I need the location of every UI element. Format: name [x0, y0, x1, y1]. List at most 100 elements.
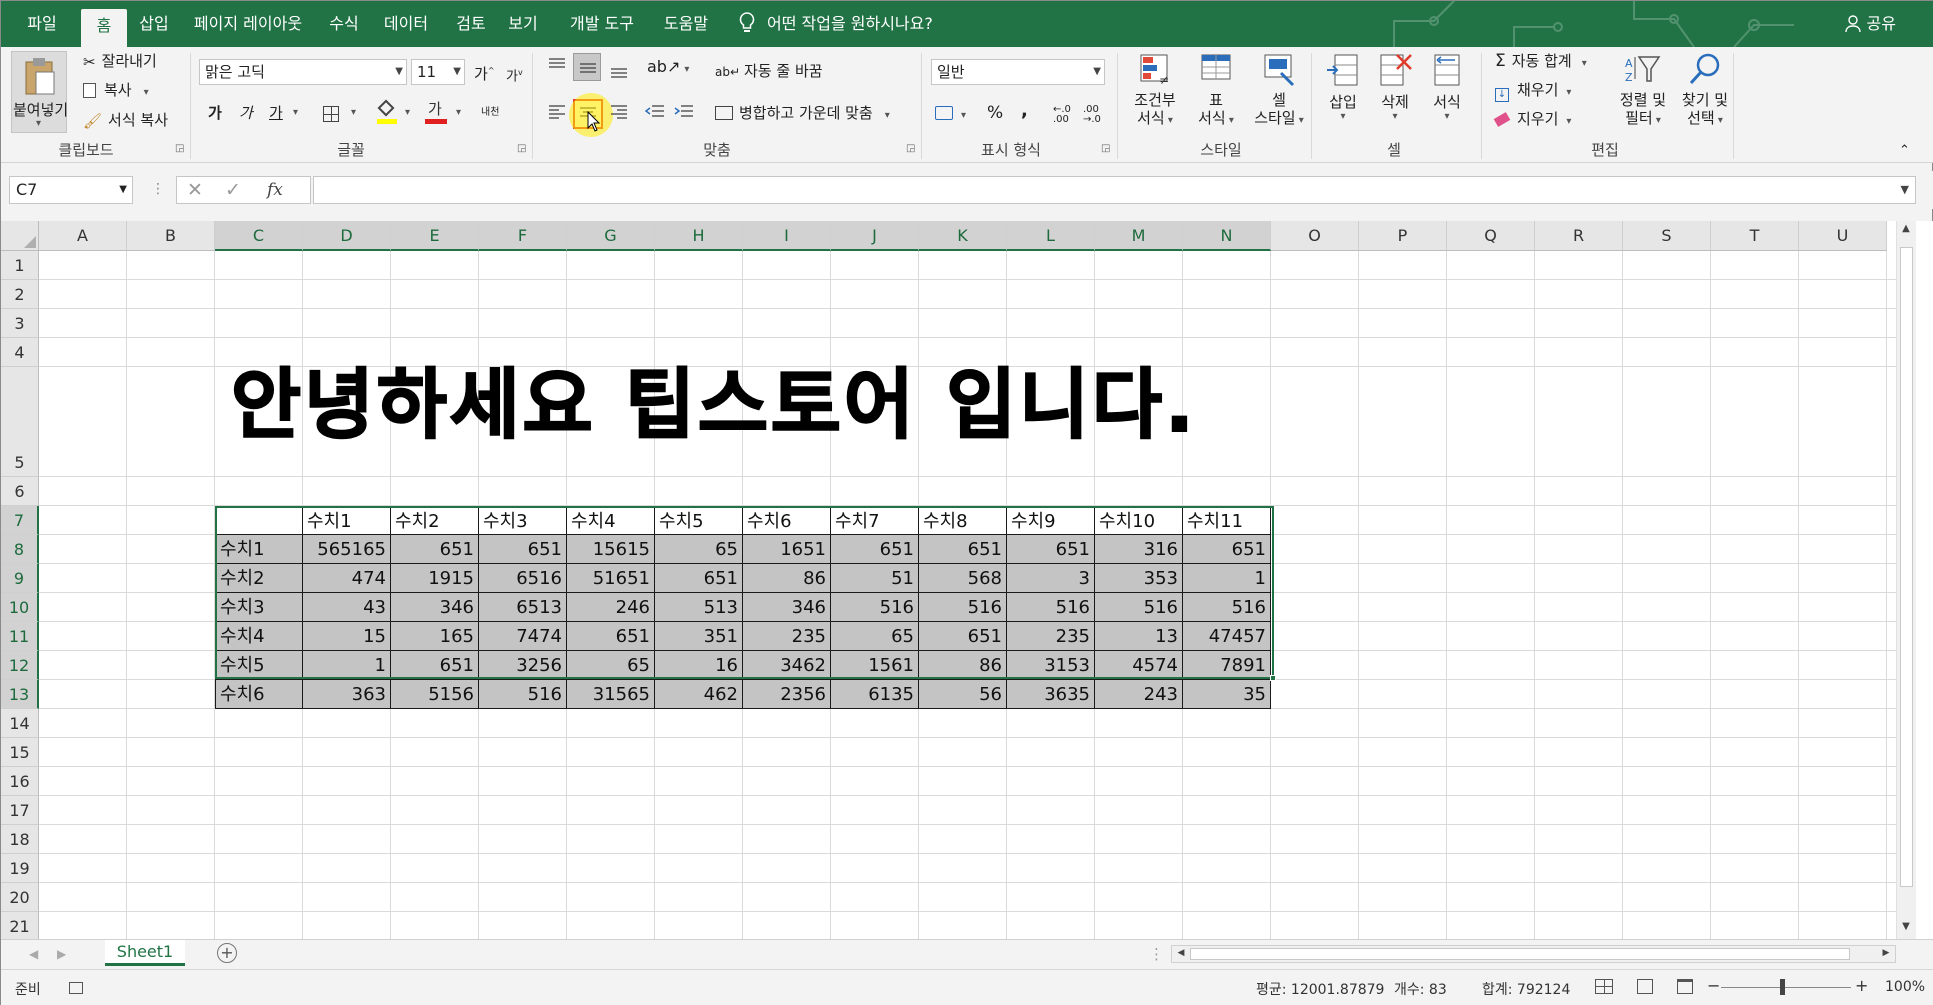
enter-icon[interactable]: ✓ — [225, 179, 241, 201]
table-cell[interactable]: 651 — [567, 622, 655, 651]
table-cell[interactable]: 516 — [1007, 593, 1095, 622]
table-cell[interactable]: 462 — [655, 680, 743, 709]
tab-3[interactable]: 삽입 — [131, 1, 177, 47]
shrink-font-button[interactable]: 가v — [506, 63, 523, 87]
zoom-slider-thumb[interactable] — [1780, 979, 1785, 995]
table-cell[interactable]: 516 — [479, 680, 567, 709]
tab-7[interactable]: 검토 — [449, 1, 493, 47]
table-header-cell[interactable]: 수치1 — [303, 506, 391, 535]
page-layout-view-icon[interactable] — [1637, 979, 1653, 994]
conditional-format-button[interactable]: ≠ 조건부 서식 ▾ — [1125, 51, 1185, 133]
table-header-cell[interactable]: 수치7 — [831, 506, 919, 535]
delete-cells-button[interactable]: 삭제 ▾ — [1371, 51, 1419, 133]
decrease-indent-icon[interactable] — [644, 103, 666, 121]
italic-button[interactable]: 가 — [239, 103, 253, 123]
table-cell[interactable]: 수치3 — [215, 593, 303, 622]
table-cell[interactable]: 56 — [919, 680, 1007, 709]
insert-cells-button[interactable]: 삽입 ▾ — [1319, 51, 1367, 133]
column-header-i[interactable]: I — [743, 221, 831, 251]
fill-color-icon[interactable] — [377, 99, 397, 125]
table-header-cell[interactable]: 수치11 — [1183, 506, 1271, 535]
table-cell[interactable]: 13 — [1095, 622, 1183, 651]
table-cell[interactable]: 15 — [303, 622, 391, 651]
column-header-f[interactable]: F — [479, 221, 567, 251]
insert-function-button[interactable]: fx — [267, 180, 283, 200]
table-cell[interactable]: 651 — [831, 535, 919, 564]
table-cell[interactable]: 651 — [1007, 535, 1095, 564]
scroll-up-icon[interactable]: ▲ — [1897, 223, 1915, 234]
tab-4[interactable]: 페이지 레이아웃 — [187, 1, 309, 47]
table-cell[interactable]: 565165 — [303, 535, 391, 564]
chevron-down-icon[interactable]: ▾ — [293, 107, 298, 118]
zoom-in-icon[interactable]: + — [1855, 976, 1868, 995]
table-header-cell[interactable]: 수치2 — [391, 506, 479, 535]
align-bottom-icon[interactable] — [609, 61, 629, 79]
table-cell[interactable]: 86 — [919, 651, 1007, 680]
table-cell[interactable]: 651 — [391, 651, 479, 680]
row-header-18[interactable]: 18 — [1, 825, 39, 854]
row-header-16[interactable]: 16 — [1, 767, 39, 796]
table-cell[interactable]: 316 — [1095, 535, 1183, 564]
table-header-cell[interactable]: 수치4 — [567, 506, 655, 535]
macro-record-icon[interactable] — [69, 982, 83, 994]
table-header-cell[interactable]: 수치8 — [919, 506, 1007, 535]
table-cell[interactable]: 235 — [1007, 622, 1095, 651]
font-name-combo[interactable]: 맑은 고딕 ▼ — [199, 59, 407, 85]
clear-button[interactable]: 지우기 ▾ — [1493, 109, 1571, 132]
scroll-right-icon[interactable]: ▶ — [1877, 948, 1895, 958]
comma-button[interactable]: , — [1021, 101, 1028, 121]
table-cell[interactable]: 7474 — [479, 622, 567, 651]
table-cell[interactable]: 363 — [303, 680, 391, 709]
merge-center-button[interactable]: 병합하고 가운데 맞춤 ▾ — [715, 103, 890, 126]
accounting-format-button[interactable]: ▾ — [935, 103, 966, 126]
column-header-r[interactable]: R — [1535, 221, 1623, 251]
table-cell[interactable]: 3153 — [1007, 651, 1095, 680]
font-launcher-icon[interactable]: ◲ — [517, 143, 529, 155]
table-cell[interactable]: 1 — [303, 651, 391, 680]
table-cell[interactable]: 243 — [1095, 680, 1183, 709]
row-header-21[interactable]: 21 — [1, 912, 39, 939]
tab-8[interactable]: 보기 — [501, 1, 545, 47]
splitter-icon[interactable]: ⋮ — [1149, 944, 1164, 964]
tab-10[interactable]: 도움말 — [655, 1, 717, 47]
collapse-ribbon-icon[interactable]: ⌃ — [1899, 141, 1910, 161]
column-header-b[interactable]: B — [127, 221, 215, 251]
table-cell[interactable]: 6516 — [479, 564, 567, 593]
zoom-out-icon[interactable]: − — [1707, 976, 1720, 995]
align-top-icon[interactable] — [547, 57, 567, 75]
column-header-c[interactable]: C — [215, 221, 303, 251]
table-cell[interactable]: 651 — [479, 535, 567, 564]
number-format-combo[interactable]: 일반 ▼ — [931, 59, 1105, 85]
horizontal-scroll-thumb[interactable] — [1190, 948, 1850, 960]
table-cell[interactable]: 수치1 — [215, 535, 303, 564]
row-header-20[interactable]: 20 — [1, 883, 39, 912]
table-cell[interactable]: 651 — [391, 535, 479, 564]
column-header-l[interactable]: L — [1007, 221, 1095, 251]
bold-button[interactable]: 가 — [208, 103, 222, 123]
table-cell[interactable]: 7891 — [1183, 651, 1271, 680]
table-cell[interactable]: 65 — [655, 535, 743, 564]
table-cell[interactable]: 246 — [567, 593, 655, 622]
scroll-left-icon[interactable]: ◀ — [1172, 948, 1190, 958]
paste-button[interactable]: 붙여넣기 ▾ — [11, 51, 68, 133]
table-cell[interactable]: 47457 — [1183, 622, 1271, 651]
find-select-button[interactable]: 찾기 및 선택 ▾ — [1675, 51, 1735, 133]
row-header-15[interactable]: 15 — [1, 738, 39, 767]
table-cell[interactable]: 3256 — [479, 651, 567, 680]
column-header-s[interactable]: S — [1623, 221, 1711, 251]
align-middle-button[interactable] — [573, 53, 601, 81]
table-cell[interactable]: 516 — [919, 593, 1007, 622]
align-left-icon[interactable] — [547, 103, 567, 121]
fill-handle[interactable] — [1270, 675, 1276, 681]
table-cell[interactable]: 568 — [919, 564, 1007, 593]
table-cell[interactable]: 651 — [919, 535, 1007, 564]
next-sheet-icon[interactable]: ▶ — [57, 944, 66, 964]
table-cell[interactable]: 651 — [919, 622, 1007, 651]
table-cell[interactable]: 474 — [303, 564, 391, 593]
table-cell[interactable]: 6135 — [831, 680, 919, 709]
table-cell[interactable]: 1561 — [831, 651, 919, 680]
row-header-3[interactable]: 3 — [1, 309, 39, 338]
row-header-8[interactable]: 8 — [1, 535, 39, 564]
tab-1[interactable]: 파일 — [19, 1, 65, 47]
fill-button[interactable]: ↓ 채우기 ▾ — [1495, 80, 1571, 103]
